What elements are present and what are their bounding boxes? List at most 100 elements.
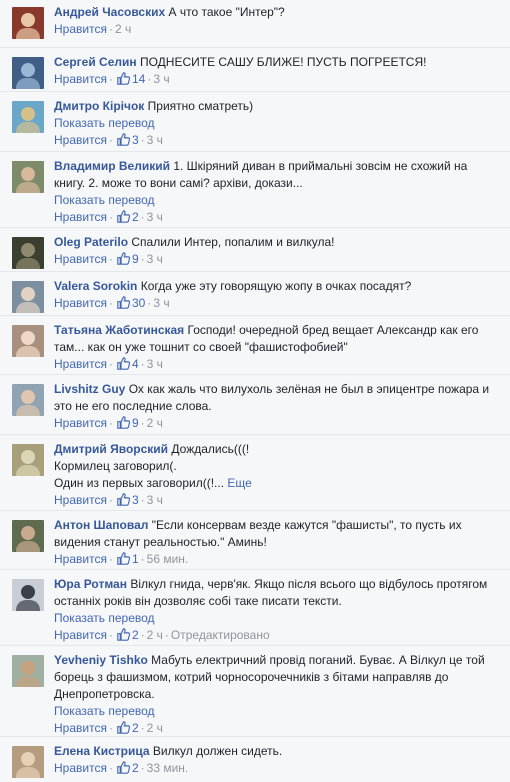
- author-name[interactable]: Livshitz Guy: [54, 382, 125, 396]
- comment-actions: Нравится · 2 · 3 ч: [54, 209, 500, 226]
- comment-text-line: Юра Ротман Вілкул гнида, черв'як. Якщо п…: [54, 576, 500, 593]
- author-name[interactable]: Антон Шаповал: [54, 518, 148, 532]
- timestamp[interactable]: 3 ч: [147, 357, 163, 371]
- comment-text: Дождались(((!: [171, 442, 250, 456]
- author-name[interactable]: Сергей Селин: [54, 55, 137, 69]
- timestamp[interactable]: 2 ч: [115, 22, 131, 36]
- like-count[interactable]: 2: [115, 628, 139, 642]
- see-translation-link[interactable]: Показать перевод: [54, 610, 500, 627]
- like-button[interactable]: Нравится: [54, 761, 107, 775]
- like-count[interactable]: 4: [115, 357, 139, 371]
- see-translation-link[interactable]: Показать перевод: [54, 115, 500, 132]
- timestamp[interactable]: 56 мин.: [147, 552, 189, 566]
- avatar-person-shape: [21, 752, 35, 766]
- avatar-shoulders-shape: [16, 122, 40, 133]
- separator-dot: ·: [108, 357, 113, 371]
- like-button[interactable]: Нравится: [54, 72, 107, 86]
- timestamp[interactable]: 2 ч: [147, 721, 163, 735]
- like-count-number: 3: [131, 133, 139, 147]
- avatar-shoulders-shape: [16, 600, 40, 611]
- like-count[interactable]: 1: [115, 552, 139, 566]
- avatar[interactable]: [12, 746, 44, 778]
- like-button[interactable]: Нравится: [54, 296, 107, 310]
- timestamp[interactable]: 2 ч: [147, 416, 163, 430]
- like-count[interactable]: 2: [115, 761, 139, 775]
- author-name[interactable]: Oleg Paterilo: [54, 235, 128, 249]
- like-count-number: 9: [131, 416, 139, 430]
- see-translation-link[interactable]: Показать перевод: [54, 703, 500, 720]
- author-name[interactable]: Дмитро Кірічок: [54, 99, 144, 113]
- comment-text: Один из первых заговорил((!...: [54, 476, 225, 490]
- author-name[interactable]: Valera Sorokin: [54, 279, 137, 293]
- like-count[interactable]: 2: [115, 721, 139, 735]
- like-button[interactable]: Нравится: [54, 133, 107, 147]
- like-count[interactable]: 3: [115, 493, 139, 507]
- author-name[interactable]: Дмитрий Яворский: [54, 442, 168, 456]
- like-button[interactable]: Нравится: [54, 357, 107, 371]
- like-thumb-icon: [117, 721, 130, 734]
- comment-text-line: Дмитрий Яворский Дождались(((!: [54, 441, 500, 458]
- comment-text-line: Владимир Великий 1. Шкіряний диван в при…: [54, 158, 500, 175]
- avatar[interactable]: [12, 444, 44, 476]
- avatar[interactable]: [12, 101, 44, 133]
- like-count[interactable]: 2: [115, 210, 139, 224]
- author-name[interactable]: Татьяна Жаботинская: [54, 323, 184, 337]
- avatar[interactable]: [12, 655, 44, 687]
- like-count[interactable]: 14: [115, 72, 145, 86]
- comment-actions: Нравится · 3 · 3 ч: [54, 132, 500, 149]
- author-name[interactable]: Елена Кистрица: [54, 744, 150, 758]
- author-name[interactable]: Yevheniy Tishko: [54, 653, 148, 667]
- avatar[interactable]: [12, 7, 44, 39]
- timestamp[interactable]: 3 ч: [147, 493, 163, 507]
- like-count[interactable]: 30: [115, 296, 145, 310]
- timestamp[interactable]: 3 ч: [153, 72, 169, 86]
- comment-body: Дмитро Кірічок Приятно сматреть) Показать…: [54, 98, 500, 149]
- avatar[interactable]: [12, 161, 44, 193]
- comment-text: Спалили Интер, попалим и вилкула!: [131, 235, 335, 249]
- see-more-link[interactable]: Еще: [227, 476, 251, 490]
- comment-actions: Нравится · 2 · 33 мин.: [54, 760, 500, 777]
- like-button[interactable]: Нравится: [54, 22, 107, 36]
- edited-label[interactable]: Отредактировано: [171, 628, 270, 642]
- separator-dot: ·: [140, 628, 145, 642]
- timestamp[interactable]: 3 ч: [153, 296, 169, 310]
- avatar[interactable]: [12, 281, 44, 313]
- separator-dot: ·: [108, 252, 113, 266]
- timestamp[interactable]: 3 ч: [147, 252, 163, 266]
- like-count[interactable]: 9: [115, 252, 139, 266]
- avatar[interactable]: [12, 579, 44, 611]
- avatar[interactable]: [12, 237, 44, 269]
- comment-text: останніх років він дозволяє собі таке пи…: [54, 594, 342, 608]
- like-button[interactable]: Нравится: [54, 252, 107, 266]
- like-button[interactable]: Нравится: [54, 628, 107, 642]
- like-button[interactable]: Нравится: [54, 552, 107, 566]
- like-button[interactable]: Нравится: [54, 493, 107, 507]
- comment-text-line: книгу. 2. може то вони самі? архіви, док…: [54, 175, 500, 192]
- like-thumb-icon: [117, 133, 130, 146]
- see-translation-link[interactable]: Показать перевод: [54, 192, 500, 209]
- timestamp[interactable]: 3 ч: [147, 133, 163, 147]
- comment-item: Livshitz Guy Ох как жаль что вилухоль зе…: [0, 374, 510, 434]
- comment-text: там... как он уже тошнит со своей "фашис…: [54, 340, 348, 354]
- avatar[interactable]: [12, 384, 44, 416]
- comment-text-line: Livshitz Guy Ох как жаль что вилухоль зе…: [54, 381, 500, 398]
- avatar[interactable]: [12, 57, 44, 89]
- comment-actions: Нравится · 4 · 3 ч: [54, 356, 500, 373]
- avatar-shoulders-shape: [16, 346, 40, 357]
- avatar[interactable]: [12, 325, 44, 357]
- like-button[interactable]: Нравится: [54, 721, 107, 735]
- comment-text: борець з фашизмом, котрий чорносорочечни…: [54, 670, 449, 684]
- like-button[interactable]: Нравится: [54, 416, 107, 430]
- author-name[interactable]: Андрей Часовских: [54, 5, 165, 19]
- timestamp[interactable]: 2 ч: [147, 628, 163, 642]
- comment-actions: Нравится · 2 · 2 ч: [54, 720, 500, 737]
- like-button[interactable]: Нравится: [54, 210, 107, 224]
- like-count[interactable]: 3: [115, 133, 139, 147]
- like-count[interactable]: 9: [115, 416, 139, 430]
- avatar[interactable]: [12, 520, 44, 552]
- author-name[interactable]: Юра Ротман: [54, 577, 127, 591]
- author-name[interactable]: Владимир Великий: [54, 159, 170, 173]
- timestamp[interactable]: 3 ч: [147, 210, 163, 224]
- like-count-number: 2: [131, 761, 139, 775]
- timestamp[interactable]: 33 мин.: [147, 761, 189, 775]
